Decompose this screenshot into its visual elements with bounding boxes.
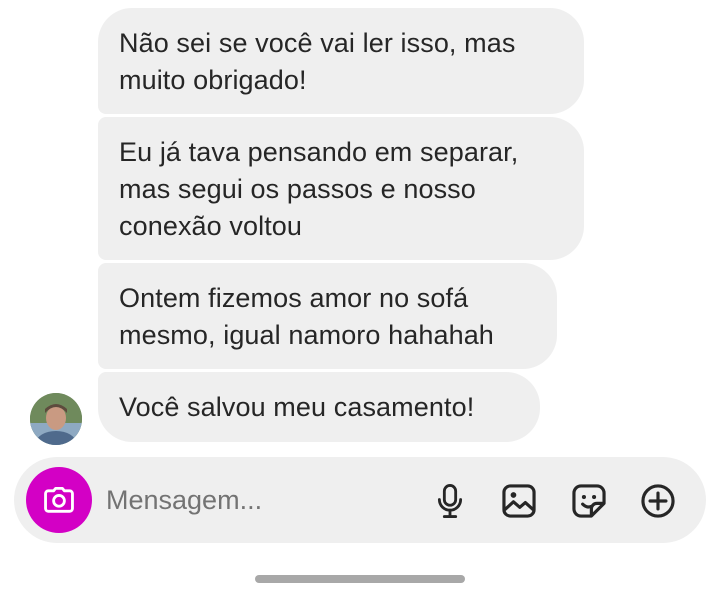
plus-circle-icon xyxy=(641,484,675,518)
avatar-photo xyxy=(30,393,82,445)
microphone-button[interactable] xyxy=(428,479,472,523)
message-input[interactable] xyxy=(106,475,416,525)
message-bubble[interactable]: Eu já tava pensando em separar, mas segu… xyxy=(98,117,584,260)
message-composer xyxy=(14,457,706,543)
gallery-button[interactable] xyxy=(497,479,541,523)
avatar[interactable] xyxy=(30,393,82,445)
microphone-icon xyxy=(437,484,463,518)
camera-button[interactable] xyxy=(26,467,92,533)
chat-screen: Não sei se você vai ler isso, mas muito … xyxy=(0,0,720,600)
message-bubble[interactable]: Não sei se você vai ler isso, mas muito … xyxy=(98,8,584,114)
sticker-button[interactable] xyxy=(567,479,611,523)
sticker-icon xyxy=(572,484,606,518)
message-bubble[interactable]: Você salvou meu casamento! xyxy=(98,372,540,442)
home-indicator[interactable] xyxy=(255,575,465,583)
more-button[interactable] xyxy=(636,479,680,523)
message-bubble[interactable]: Ontem fizemos amor no sofá mesmo, igual … xyxy=(98,263,557,369)
gallery-icon xyxy=(502,484,536,518)
camera-icon xyxy=(44,486,74,513)
